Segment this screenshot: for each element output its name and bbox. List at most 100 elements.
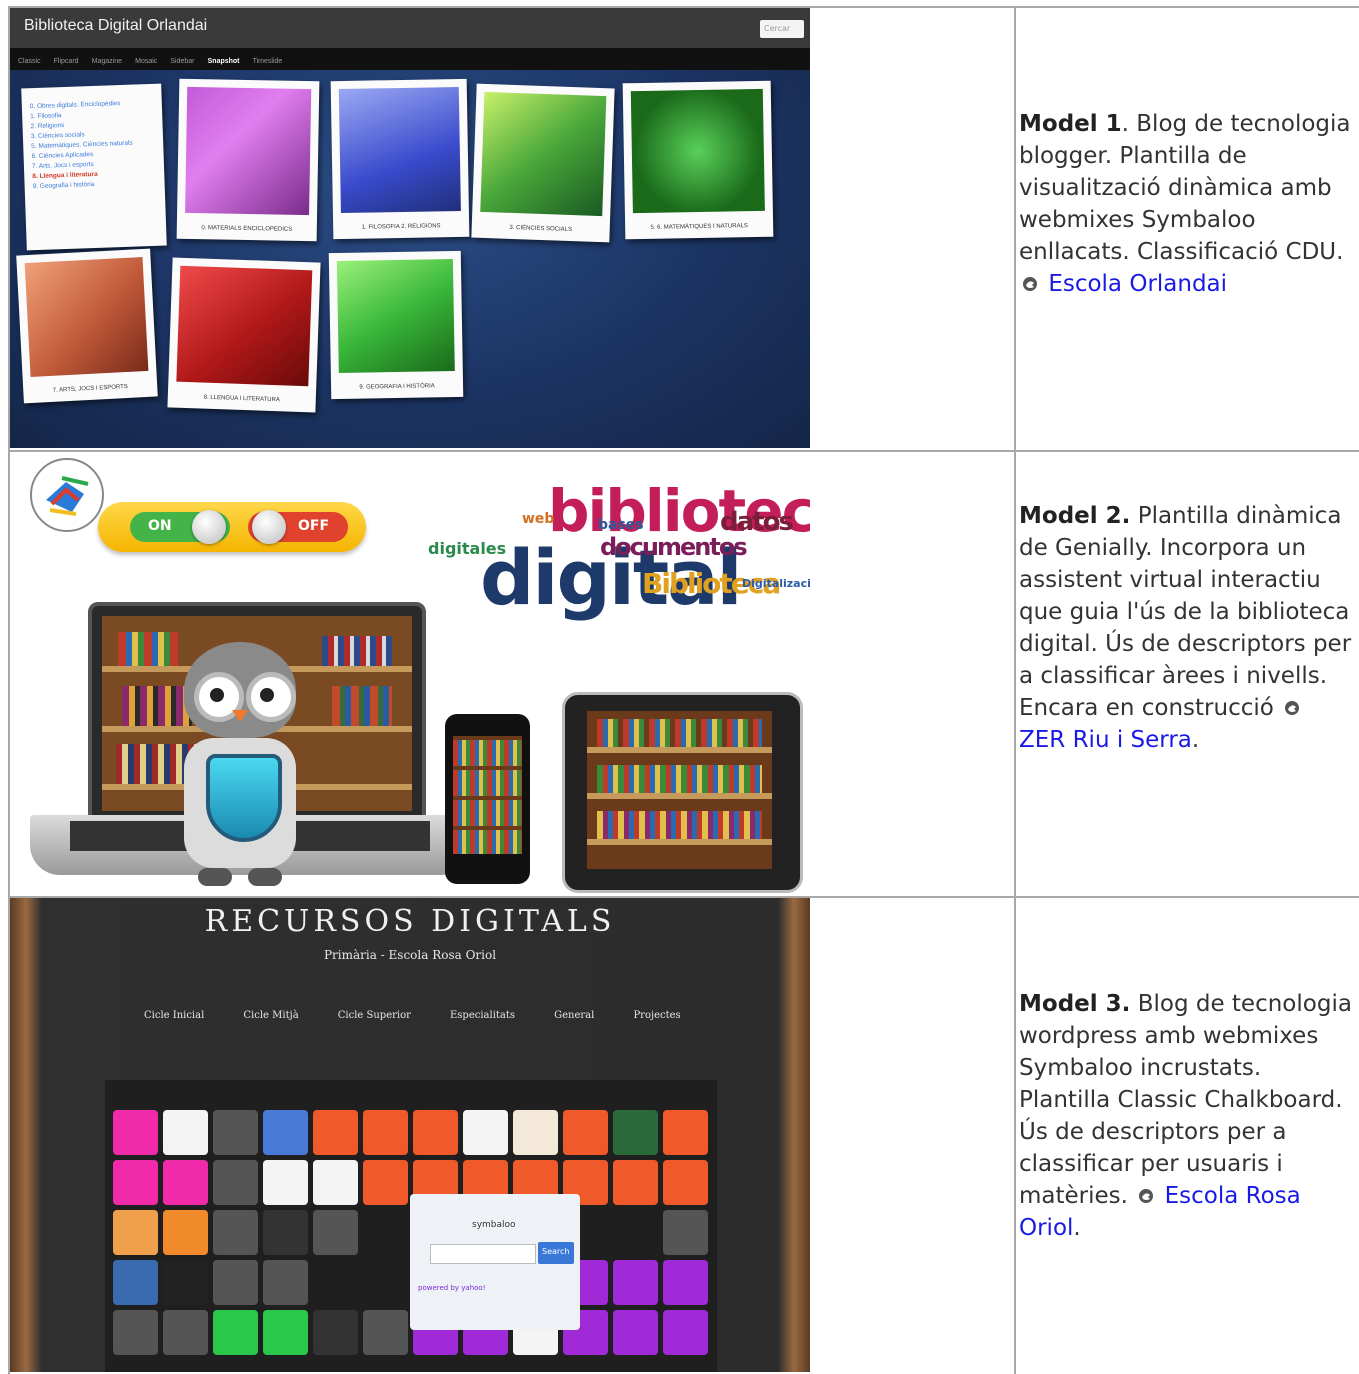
webmix-tile[interactable] <box>563 1110 608 1155</box>
webmix-tile[interactable] <box>663 1310 708 1355</box>
webmix-tile[interactable] <box>513 1110 558 1155</box>
webmix-tile[interactable] <box>213 1310 258 1355</box>
webmix-tile[interactable] <box>363 1110 408 1155</box>
menu-item[interactable]: Cicle Inicial <box>144 1010 204 1021</box>
polaroid-photo[interactable]: 0. MATERIALS ENCICLOPEDICS <box>176 78 320 242</box>
model-2-label: Model 2. <box>1019 503 1131 529</box>
phone-device <box>445 714 530 884</box>
model-3-screenshot: RECURSOS DIGITALS Primària - Escola Rosa… <box>10 898 810 1374</box>
blog-header: Biblioteca Digital Orlandai Cercar <box>10 8 810 48</box>
chalkboard-view: RECURSOS DIGITALS Primària - Escola Rosa… <box>10 898 810 1372</box>
symbaloo-search-button[interactable]: Search <box>538 1242 574 1264</box>
webmix-tile[interactable] <box>113 1160 158 1205</box>
webmix-tile[interactable] <box>363 1160 408 1205</box>
owl-assistant[interactable] <box>170 642 310 892</box>
nav-item-active[interactable]: Snapshot <box>208 58 240 65</box>
model-2-text: Plantilla dinàmica de Genially. Incorpor… <box>1019 503 1352 721</box>
webmix-tile[interactable] <box>313 1310 358 1355</box>
webmix-tile[interactable] <box>163 1210 208 1255</box>
escola-orlandai-link[interactable]: Escola Orlandai <box>1048 271 1227 297</box>
webmix-tile[interactable] <box>163 1260 208 1305</box>
webmix-tile[interactable] <box>363 1310 408 1355</box>
on-toggle[interactable]: ON <box>130 510 230 544</box>
polaroid-photo[interactable]: 7. ARTS, JOCS I ESPORTS <box>16 248 158 404</box>
chalk-menu: Cicle Inicial Cicle Mitjà Cicle Superior… <box>144 1003 744 1022</box>
external-link-icon <box>1023 277 1037 291</box>
zer-riu-i-serra-link[interactable]: ZER Riu i Serra <box>1019 727 1192 753</box>
blogger-dynamic-view: Biblioteca Digital Orlandai Cercar Class… <box>10 8 810 448</box>
webmix-tile[interactable] <box>263 1160 308 1205</box>
polaroid-cdu-list[interactable]: 0. Obres digitals. Enciclopèdies 1. Filo… <box>21 83 167 251</box>
model-3-label: Model 3. <box>1019 991 1131 1017</box>
webmix-tile[interactable] <box>113 1110 158 1155</box>
webmix-tile[interactable] <box>263 1310 308 1355</box>
off-toggle[interactable]: OFF <box>248 510 348 544</box>
symbaloo-logo: symbaloo <box>472 1220 516 1230</box>
menu-item[interactable]: Cicle Superior <box>338 1010 411 1021</box>
external-link-icon <box>1139 1189 1154 1203</box>
model-1-label: Model 1 <box>1019 111 1122 137</box>
webmix-tile[interactable] <box>113 1210 158 1255</box>
webmix-tile[interactable] <box>613 1310 658 1355</box>
blog-search-input[interactable]: Cercar <box>760 20 804 38</box>
nav-item[interactable]: Sidebar <box>170 58 194 65</box>
webmix-tile[interactable] <box>663 1260 708 1305</box>
model-3-text: Blog de tecnologia wordpress amb webmixe… <box>1019 991 1352 1209</box>
webmix-tile[interactable] <box>263 1210 308 1255</box>
webmix-tile[interactable] <box>663 1160 708 1205</box>
school-logo <box>30 458 104 532</box>
webmix-tile[interactable] <box>163 1160 208 1205</box>
tablet-device <box>562 692 803 893</box>
webmix-tile[interactable] <box>413 1110 458 1155</box>
nav-item[interactable]: Mosaic <box>135 58 157 65</box>
model-2-description: Model 2. Plantilla dinàmica de Genially.… <box>1019 503 1352 753</box>
webmix-tile[interactable] <box>113 1260 158 1305</box>
webmix-tile[interactable] <box>213 1210 258 1255</box>
webmix-tile[interactable] <box>613 1110 658 1155</box>
webmix-tile[interactable] <box>163 1310 208 1355</box>
webmix-tile[interactable] <box>313 1210 358 1255</box>
polaroid-photo[interactable]: 8. LLENGUA I LITERATURA <box>167 257 321 413</box>
webmix-tile[interactable] <box>313 1160 358 1205</box>
toggle-panel: ON OFF <box>98 502 366 552</box>
menu-item[interactable]: Cicle Mitjà <box>243 1010 298 1021</box>
table-border-middle <box>1014 6 1016 1374</box>
word-cloud: biblioteca digital documentos datos Bibl… <box>428 477 810 622</box>
external-link-icon <box>1285 701 1300 715</box>
webmix-tile[interactable] <box>463 1110 508 1155</box>
webmix-tile[interactable] <box>663 1210 708 1255</box>
cdu-list: 0. Obres digitals. Enciclopèdies 1. Filo… <box>29 100 133 191</box>
symbaloo-webmix: symbaloo Search powered by yahoo! <box>105 1080 717 1372</box>
webmix-tile[interactable] <box>213 1160 258 1205</box>
nav-item[interactable]: Timeslide <box>253 58 283 65</box>
chalk-subtitle: Primària - Escola Rosa Oriol <box>323 948 497 962</box>
webmix-tile[interactable] <box>113 1310 158 1355</box>
polaroid-photo[interactable]: 1. FILOSOFIA 2. RELIGIONS <box>330 78 470 240</box>
chalk-title: RECURSOS DIGITALS <box>204 904 616 939</box>
webmix-tile[interactable] <box>263 1110 308 1155</box>
nav-item[interactable]: Classic <box>18 58 41 65</box>
nav-item[interactable]: Flipcard <box>54 58 79 65</box>
webmix-tile[interactable] <box>213 1260 258 1305</box>
menu-item[interactable]: General <box>554 1010 594 1021</box>
models-table: Biblioteca Digital Orlandai Cercar Class… <box>0 0 1359 1374</box>
polaroid-photo[interactable]: 5. 6. MATEMÀTIQUES I NATURALS <box>622 80 774 240</box>
symbaloo-search-box: symbaloo Search powered by yahoo! <box>410 1194 580 1330</box>
webmix-tile[interactable] <box>613 1260 658 1305</box>
webmix-tile[interactable] <box>613 1160 658 1205</box>
symbaloo-search-input[interactable] <box>430 1244 536 1264</box>
webmix-tile[interactable] <box>663 1110 708 1155</box>
menu-item[interactable]: Projectes <box>633 1010 680 1021</box>
webmix-tile[interactable] <box>163 1110 208 1155</box>
webmix-tile[interactable] <box>263 1260 308 1305</box>
model-2-screenshot: ON OFF biblioteca digital documentos dat… <box>10 452 810 896</box>
model-3-description: Model 3. Blog de tecnologia wordpress am… <box>1019 991 1352 1241</box>
powered-by-text: powered by yahoo! <box>418 1284 486 1292</box>
menu-item[interactable]: Especialitats <box>450 1010 515 1021</box>
blog-view-nav: Classic Flipcard Magazine Mosaic Sidebar… <box>10 48 810 70</box>
nav-item[interactable]: Magazine <box>92 58 122 65</box>
webmix-tile[interactable] <box>213 1110 258 1155</box>
webmix-tile[interactable] <box>313 1110 358 1155</box>
polaroid-photo[interactable]: 3. CIÈNCIES SOCIALS <box>471 83 615 243</box>
polaroid-photo[interactable]: 9. GEOGRAFIA I HISTÒRIA <box>328 250 464 400</box>
